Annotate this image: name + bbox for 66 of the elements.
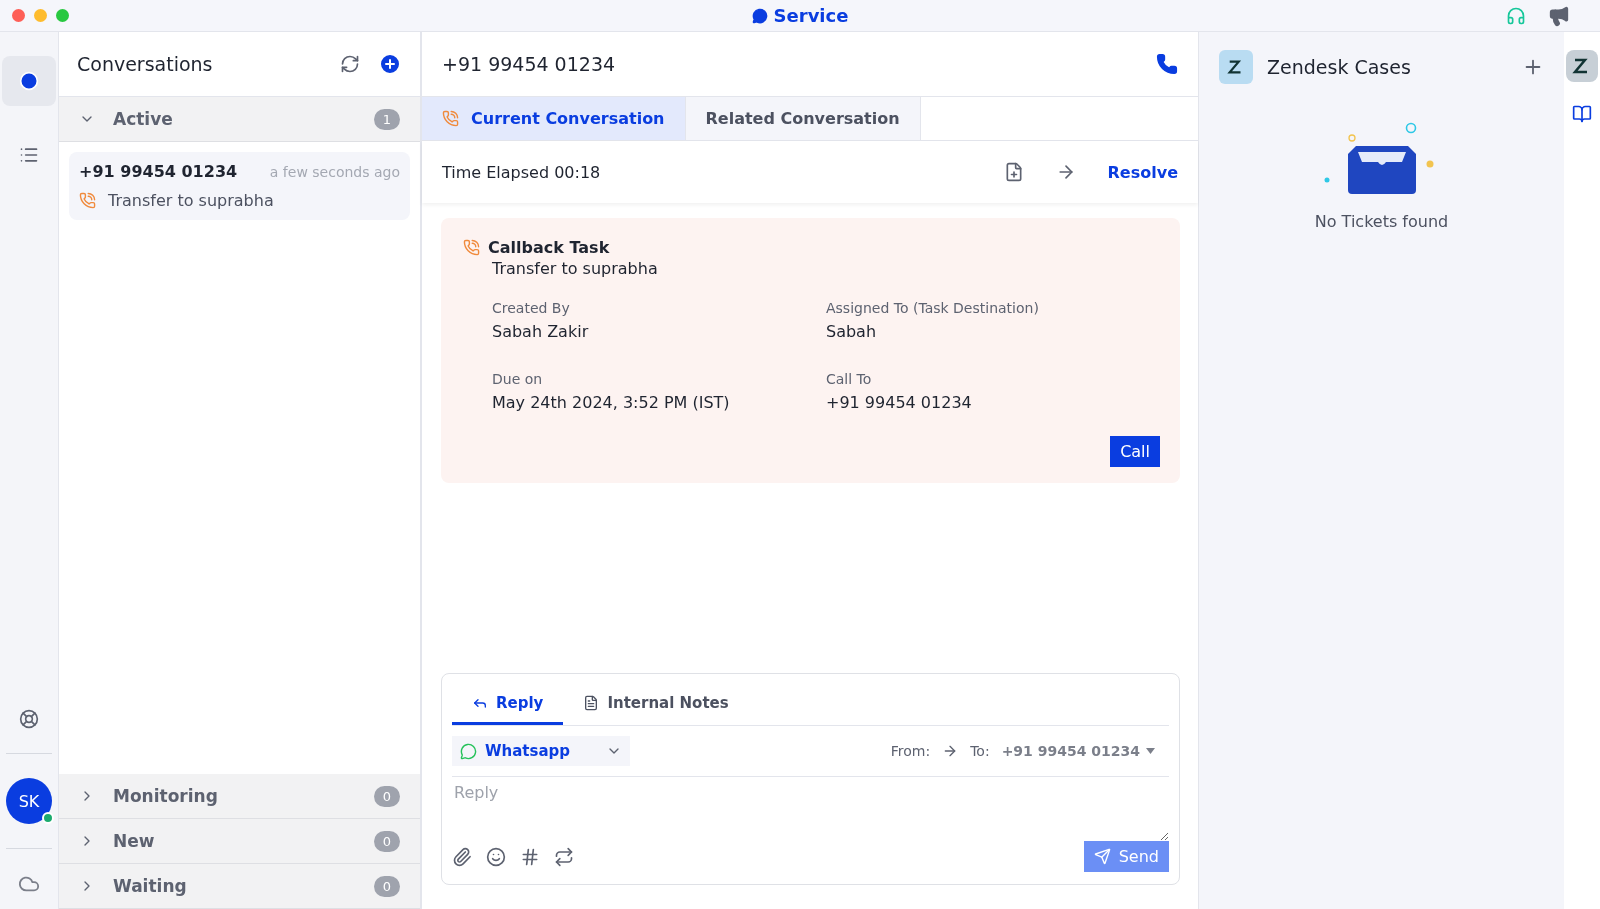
document-icon xyxy=(583,695,600,711)
empty-state-message: No Tickets found xyxy=(1314,212,1449,231)
group-label: Monitoring xyxy=(113,786,219,806)
phone-callback-icon xyxy=(463,239,480,256)
refresh-icon[interactable] xyxy=(340,54,360,74)
group-count: 0 xyxy=(373,875,400,897)
history-nav-button[interactable] xyxy=(2,56,56,106)
call-button[interactable]: Call xyxy=(1110,436,1160,467)
from-label: From: xyxy=(890,743,931,759)
headset-icon xyxy=(1506,5,1526,26)
phone-callback-icon xyxy=(79,192,96,209)
composer-tab[interactable]: Internal Notes xyxy=(563,688,749,725)
zendesk-app-button[interactable] xyxy=(1566,50,1598,82)
emoji-icon[interactable] xyxy=(486,846,506,867)
field-value: Sabah xyxy=(826,322,877,341)
group-header[interactable]: Waiting 0 xyxy=(59,864,420,909)
group-label: New xyxy=(113,831,156,851)
field-label: Call To xyxy=(826,371,872,387)
loop-icon[interactable] xyxy=(554,846,574,867)
group-header[interactable]: Active 1 xyxy=(59,97,420,142)
field-value: +91 99454 01234 xyxy=(826,393,972,412)
user-avatar[interactable]: SK xyxy=(6,778,52,824)
conversation-tab[interactable]: Related Conversation xyxy=(685,97,921,140)
window-title: Service xyxy=(773,5,849,26)
conversation-time: a few seconds ago xyxy=(269,163,400,180)
contact-phone: +91 99454 01234 xyxy=(442,53,616,75)
conversation-phone: +91 99454 01234 xyxy=(79,162,239,181)
phone-callback-icon xyxy=(442,110,459,127)
app-logo-icon xyxy=(751,7,768,24)
megaphone-icon xyxy=(1548,4,1570,27)
send-icon xyxy=(1093,848,1111,865)
group-header[interactable]: New 0 xyxy=(59,819,420,864)
hashtag-icon[interactable] xyxy=(520,846,540,867)
attachment-icon[interactable] xyxy=(452,846,472,867)
help-icon xyxy=(19,709,39,729)
conversation-subject: Transfer to suprabha xyxy=(108,191,274,210)
chat-bubble-icon xyxy=(460,742,477,760)
task-subtitle: Transfer to suprabha xyxy=(492,259,659,278)
recipient-dropdown[interactable]: +91 99454 01234 xyxy=(1001,743,1155,759)
group-label: Active xyxy=(113,109,174,129)
channel-dropdown[interactable]: Whatsapp xyxy=(452,736,631,766)
to-label: To: xyxy=(970,743,990,759)
conversation-item[interactable]: +91 99454 01234 a few seconds ago Transfer to suprabha xyxy=(69,152,410,220)
resolve-link[interactable]: Resolve xyxy=(1107,162,1178,182)
group-label: Waiting xyxy=(113,876,188,896)
composer-tab[interactable]: Reply xyxy=(452,688,564,725)
panel-title: Conversations xyxy=(77,53,214,75)
group-count: 0 xyxy=(373,785,400,807)
panel-title: Zendesk Cases xyxy=(1267,56,1412,78)
group-count: 0 xyxy=(373,830,400,852)
phone-icon[interactable] xyxy=(1156,53,1178,75)
close-window-button[interactable] xyxy=(12,9,25,22)
field-label: Assigned To (Task Destination) xyxy=(826,300,1039,316)
group-header[interactable]: Monitoring 0 xyxy=(59,774,420,819)
list-icon xyxy=(19,145,39,165)
add-icon[interactable] xyxy=(378,52,402,76)
group-count: 1 xyxy=(373,108,400,130)
caret-icon xyxy=(1146,748,1155,754)
field-label: Due on xyxy=(492,371,543,387)
time-elapsed: Time Elapsed 00:18 xyxy=(442,162,602,182)
conversation-tab[interactable]: Current Conversation xyxy=(422,97,686,140)
book-icon[interactable] xyxy=(1572,104,1592,124)
field-value: Sabah Zakir xyxy=(492,322,589,341)
field-label: Created By xyxy=(492,300,570,316)
field-value: May 24th 2024, 3:52 PM (IST) xyxy=(492,393,730,412)
task-title: Callback Task xyxy=(488,238,610,257)
